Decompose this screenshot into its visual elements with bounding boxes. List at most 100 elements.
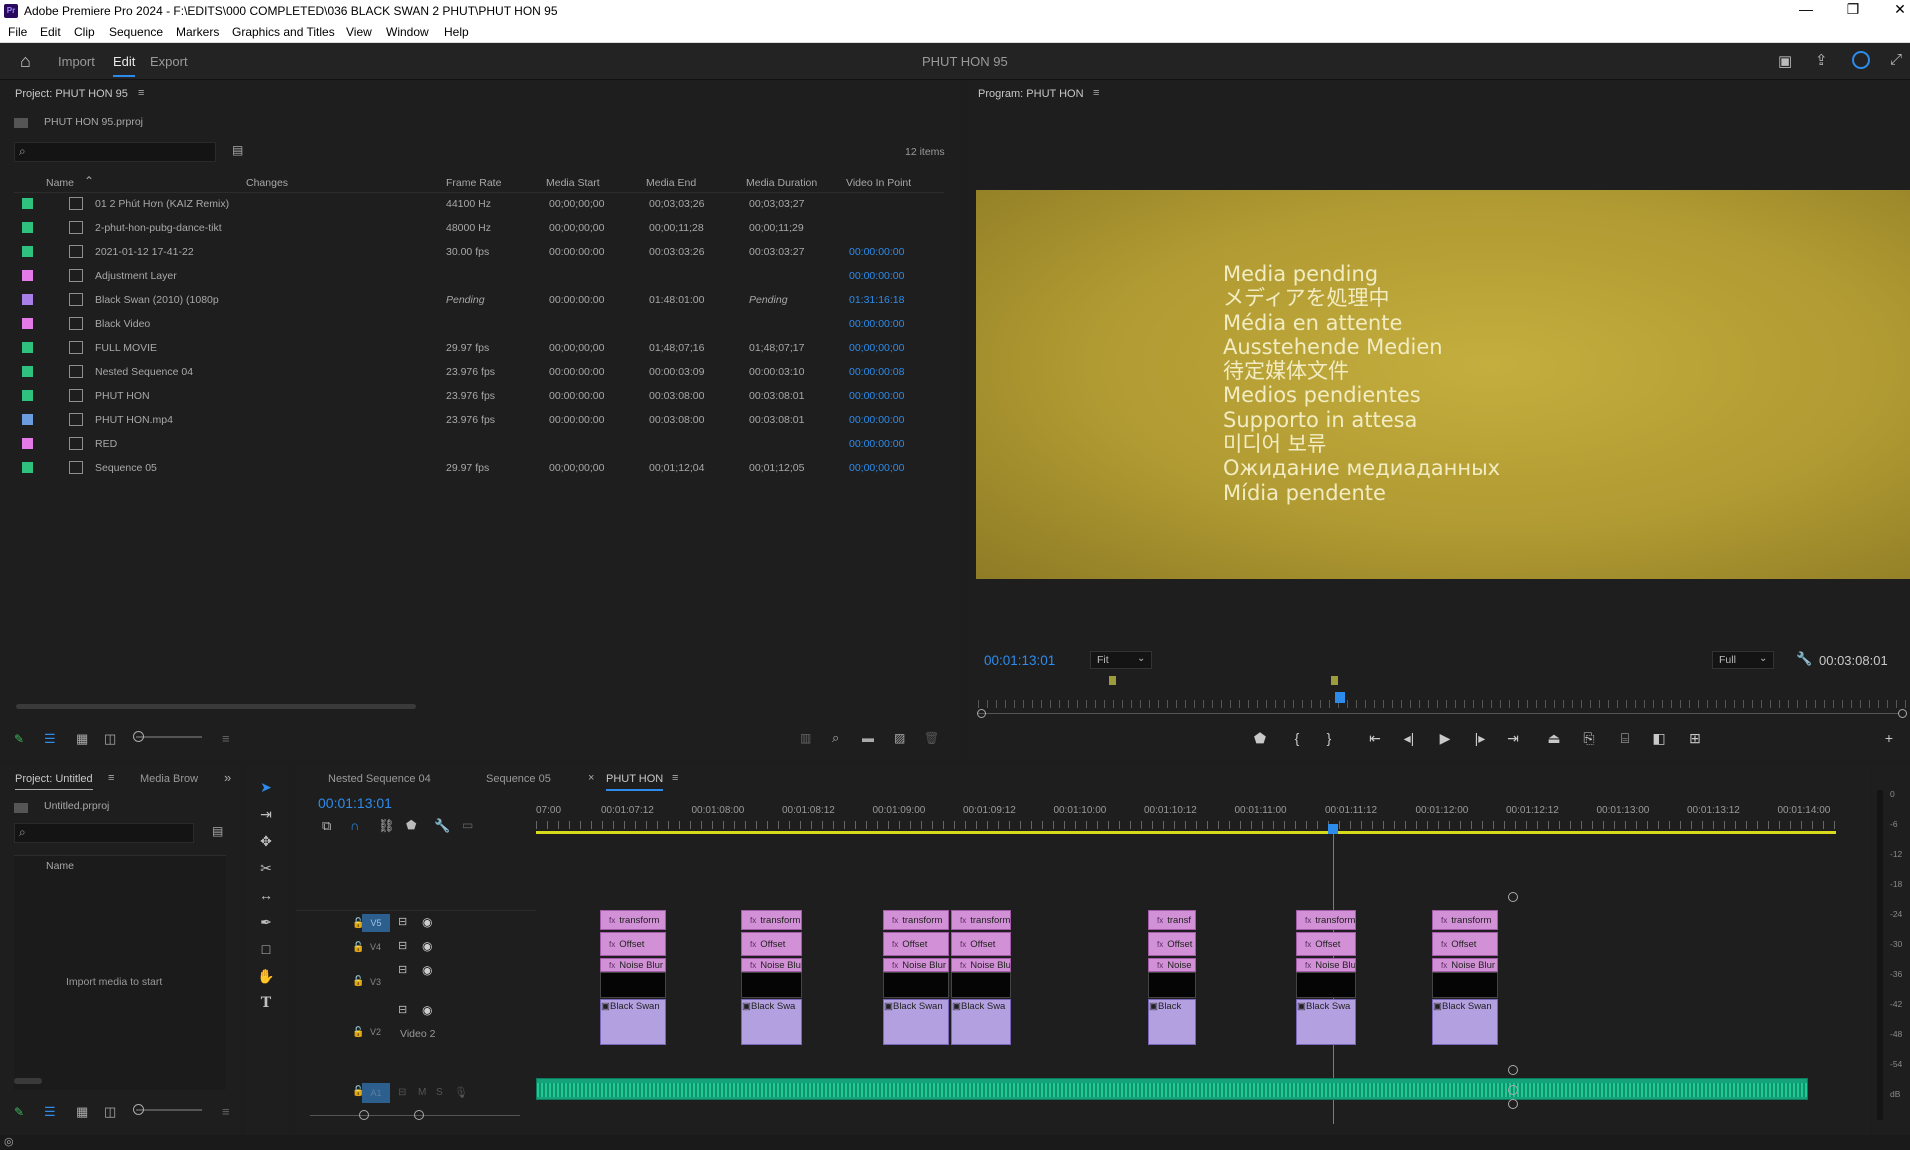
untitled-search-input[interactable]: ⌕ — [14, 823, 194, 843]
sync-lock-icon[interactable]: ⊟ — [398, 915, 407, 928]
label-color-swatch[interactable] — [22, 270, 33, 281]
label-color-swatch[interactable] — [22, 438, 33, 449]
track-zoom-handle-left[interactable] — [359, 1110, 369, 1120]
vertical-zoom-handle[interactable] — [1508, 1065, 1518, 1075]
monitor-time-ruler[interactable] — [978, 700, 1908, 708]
table-row[interactable]: Adjustment Layer 00:00:00:00 — [14, 264, 944, 288]
clip-v3[interactable]: fx Noise — [1148, 958, 1196, 972]
menu-clip[interactable]: Clip — [74, 25, 95, 39]
track-target-v5[interactable]: V5 — [362, 914, 390, 932]
list-view-icon[interactable]: ☰ — [44, 1104, 56, 1120]
menu-help[interactable]: Help — [444, 25, 469, 39]
clip-v5[interactable]: fx transform — [951, 910, 1011, 930]
zoom-slider-handle[interactable] — [133, 731, 144, 742]
mute-icon[interactable]: M — [418, 1087, 426, 1098]
clip-v5[interactable]: fx transform — [883, 910, 949, 930]
workspace-edit[interactable]: Edit — [113, 54, 136, 77]
sync-lock-icon[interactable]: ⊟ — [398, 963, 407, 976]
multicam-icon[interactable]: ⊞ — [1684, 730, 1706, 747]
tab-nested-sequence-04[interactable]: Nested Sequence 04 — [328, 773, 431, 785]
column-frame-rate[interactable]: Frame Rate — [446, 177, 501, 189]
lock-icon[interactable]: 🔓 — [352, 1027, 364, 1038]
work-area-bar[interactable] — [536, 831, 1836, 834]
solo-icon[interactable]: S — [436, 1087, 443, 1098]
restore-icon[interactable]: ❐ — [1833, 1, 1873, 18]
zoom-slider-handle[interactable] — [133, 1104, 144, 1115]
clip-v2[interactable]: ▣Black — [1148, 999, 1196, 1045]
playhead-handle[interactable] — [1328, 824, 1338, 834]
menu-file[interactable]: File — [8, 25, 27, 39]
program-timecode[interactable]: 00:01:13:01 — [984, 653, 1055, 668]
ripple-edit-tool-icon[interactable]: ✥ — [256, 833, 276, 853]
label-color-swatch[interactable] — [22, 342, 33, 353]
sort-icon[interactable]: ≡ — [222, 731, 230, 746]
clip-v5[interactable]: fx transform — [741, 910, 802, 930]
table-row[interactable]: Black Video 00:00:00:00 — [14, 312, 944, 336]
freeform-view-icon[interactable]: ◫ — [104, 1104, 116, 1120]
status-icon[interactable]: ◎ — [4, 1135, 14, 1148]
zoom-slider[interactable] — [136, 736, 202, 738]
clip-v3[interactable]: fx Noise Blur — [951, 958, 1011, 972]
export-frame-icon[interactable]: ⌸ — [1614, 730, 1636, 747]
lock-icon[interactable]: 🔓 — [352, 942, 364, 953]
clip-v4[interactable]: fx Offset — [1148, 932, 1196, 956]
label-color-swatch[interactable] — [22, 294, 33, 305]
menu-view[interactable]: View — [346, 25, 372, 39]
black-video-clip[interactable] — [1148, 972, 1196, 998]
project-search-input[interactable]: ⌕ — [14, 142, 216, 162]
sort-ascending-icon[interactable]: ⌃ — [84, 174, 94, 188]
table-row[interactable]: Sequence 05 29.97 fps 00;00;00;00 00;01;12;… — [14, 456, 944, 480]
captions-icon[interactable]: ▭ — [462, 818, 473, 832]
program-monitor-title[interactable]: Program: PHUT HON — [978, 88, 1084, 100]
workspace-export[interactable]: Export — [150, 54, 188, 69]
lock-icon[interactable]: 🔓 — [352, 976, 364, 987]
clip-v5[interactable]: fx transform — [1432, 910, 1498, 930]
sync-lock-icon[interactable]: ⊟ — [398, 939, 407, 952]
add-marker-icon[interactable]: ⬟ — [1249, 730, 1271, 747]
import-media-hint[interactable]: Import media to start — [66, 976, 162, 988]
black-video-clip[interactable] — [741, 972, 802, 998]
video-frame[interactable]: Media pending メディアを処理中 Média en attente Aus… — [976, 190, 1910, 579]
column-name[interactable]: Name — [46, 860, 74, 872]
column-media-end[interactable]: Media End — [646, 177, 696, 189]
track-label-v2[interactable]: V2 — [370, 1027, 381, 1037]
label-color-swatch[interactable] — [22, 198, 33, 209]
track-target-a1[interactable]: A1 — [362, 1083, 390, 1103]
mark-out-icon[interactable]: } — [1318, 730, 1340, 746]
add-button-icon[interactable]: + — [1878, 730, 1900, 746]
black-video-clip[interactable] — [600, 972, 666, 998]
icon-view-icon[interactable]: ▦ — [76, 731, 88, 747]
in-point-marker[interactable] — [1109, 676, 1116, 685]
panel-layout-icon[interactable]: ▣ — [1778, 52, 1792, 70]
column-video-in-point[interactable]: Video In Point — [846, 177, 911, 189]
eye-icon[interactable]: ◉ — [422, 915, 432, 929]
clip-v3[interactable]: fx Noise Blur — [1296, 958, 1356, 972]
zoom-bar-right-handle[interactable] — [1898, 709, 1907, 718]
label-color-swatch[interactable] — [22, 222, 33, 233]
black-video-clip[interactable] — [1296, 972, 1356, 998]
folder-icon[interactable]: ▬ — [862, 731, 874, 745]
find-icon[interactable]: ⌕ — [832, 730, 839, 746]
table-row[interactable]: FULL MOVIE 29.97 fps 00;00;00;00 01;48;07;1… — [14, 336, 944, 360]
step-back-icon[interactable]: ◂| — [1398, 730, 1420, 747]
eye-icon[interactable]: ◉ — [422, 939, 432, 953]
clip-v2[interactable]: ▣Black Swan — [883, 999, 949, 1045]
column-media-duration[interactable]: Media Duration — [746, 177, 817, 189]
nest-icon[interactable]: ⧉ — [322, 818, 331, 834]
sync-lock-icon[interactable]: ⊟ — [398, 1087, 406, 1098]
black-video-clip[interactable] — [883, 972, 949, 998]
vertical-zoom-handle[interactable] — [1508, 1099, 1518, 1109]
vertical-zoom-handle[interactable] — [1508, 892, 1518, 902]
hand-tool-icon[interactable]: ✋ — [256, 968, 276, 988]
clip-v2[interactable]: ▣Black Swan — [1432, 999, 1498, 1045]
vertical-zoom-handle[interactable] — [1508, 1085, 1518, 1095]
timeline-ruler[interactable]: 07:00 00:01:07:12 00:01:08:00 00:01:08:12 00… — [536, 801, 1836, 831]
extract-icon[interactable]: ⎘ — [1578, 730, 1600, 747]
clip-v5[interactable]: fx transform — [600, 910, 666, 930]
eye-icon[interactable]: ◉ — [422, 1003, 432, 1017]
column-name[interactable]: Name — [46, 177, 74, 189]
clip-v4[interactable]: fx Offset — [1296, 932, 1356, 956]
track-name-video-2[interactable]: Video 2 — [400, 1028, 435, 1040]
zoom-bar-left-handle[interactable] — [977, 709, 986, 718]
play-icon[interactable]: ▶ — [1434, 730, 1456, 747]
